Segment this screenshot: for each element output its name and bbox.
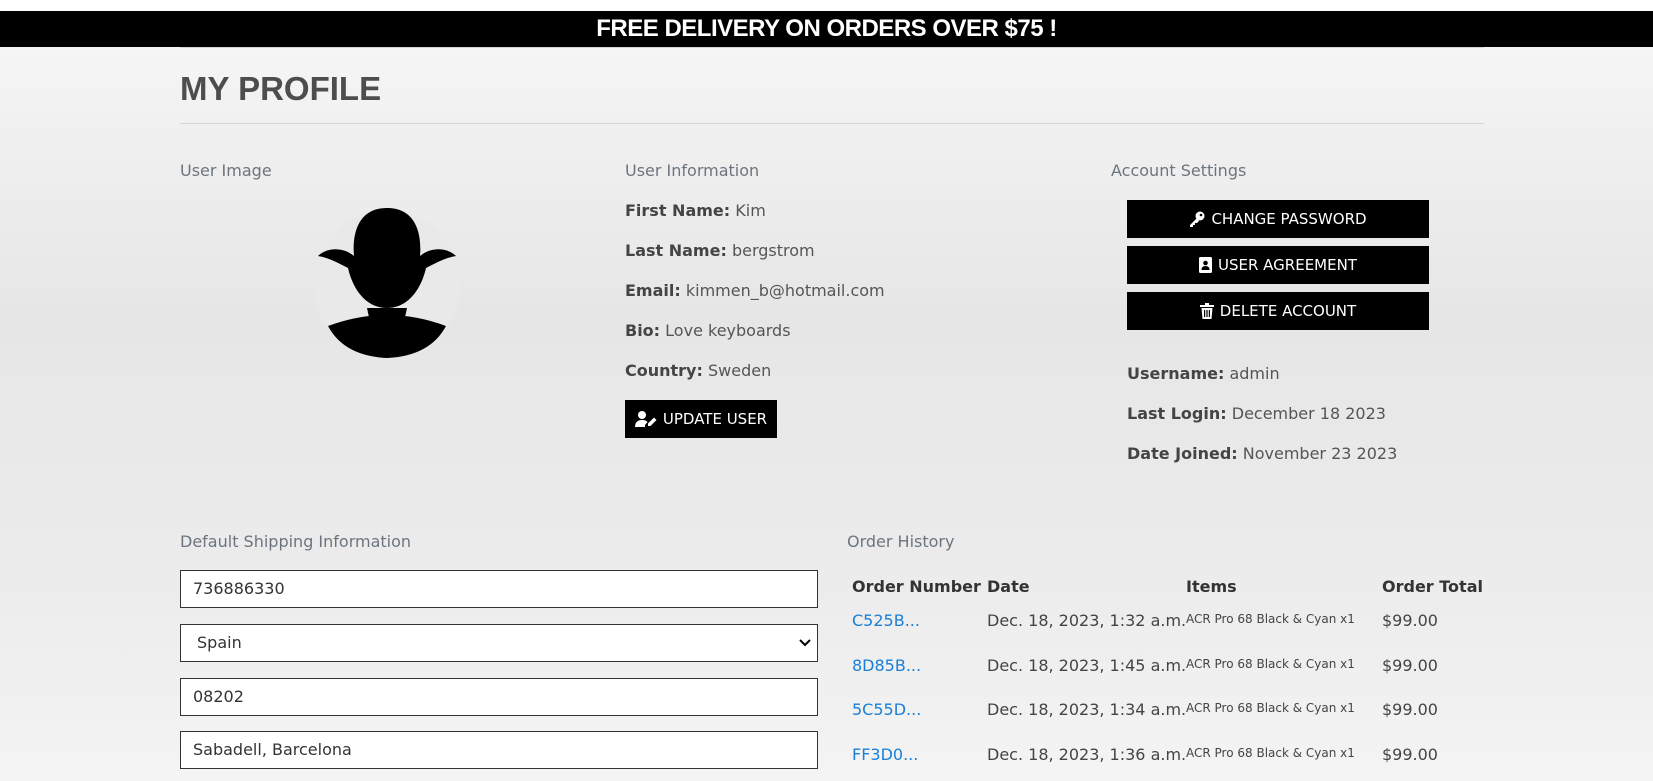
username-row: Username: admin — [1127, 364, 1280, 383]
username-label: Username: — [1127, 364, 1225, 383]
order-date: Dec. 18, 2023, 1:45 a.m. — [987, 656, 1187, 675]
first-name-value: Kim — [735, 201, 766, 220]
order-date: Dec. 18, 2023, 1:32 a.m. — [987, 611, 1187, 630]
country-row: Country: Sweden — [625, 361, 771, 380]
username-value: admin — [1229, 364, 1280, 383]
country-select-value: Spain — [197, 633, 242, 652]
order-total: $99.00 — [1382, 611, 1438, 630]
last-login-row: Last Login: December 18 2023 — [1127, 404, 1386, 423]
phone-field[interactable]: 736886330 — [180, 570, 818, 608]
user-agreement-button[interactable]: USER AGREEMENT — [1127, 246, 1429, 284]
order-items: ACR Pro 68 Black & Cyan x1 — [1186, 746, 1355, 760]
city-field[interactable]: Sabadell, Barcelona — [180, 731, 818, 769]
postcode-field[interactable]: 08202 — [180, 678, 818, 716]
order-total: $99.00 — [1382, 700, 1438, 719]
first-name-label: First Name: — [625, 201, 731, 220]
country-label: Country: — [625, 361, 703, 380]
change-password-button[interactable]: CHANGE PASSWORD — [1127, 200, 1429, 238]
date-joined-value: November 23 2023 — [1242, 444, 1398, 463]
bio-row: Bio: Love keyboards — [625, 321, 791, 340]
chevron-down-icon — [799, 639, 811, 647]
email-value: kimmen_b@hotmail.com — [685, 281, 885, 300]
order-number-link[interactable]: 8D85B... — [852, 656, 921, 675]
order-items: ACR Pro 68 Black & Cyan x1 — [1186, 701, 1355, 715]
shipping-form: 736886330 Spain 08202 Sabadell, Barcelon… — [180, 570, 818, 770]
order-number-link[interactable]: C525B... — [852, 611, 920, 630]
top-gap — [0, 0, 1653, 11]
order-number-link[interactable]: 5C55D... — [852, 700, 921, 719]
avatar-silhouette-icon — [313, 208, 461, 358]
last-login-label: Last Login: — [1127, 404, 1227, 423]
profile-container: MY PROFILE — [180, 47, 1484, 124]
order-items: ACR Pro 68 Black & Cyan x1 — [1186, 657, 1355, 671]
update-user-label: UPDATE USER — [662, 410, 768, 428]
order-date: Dec. 18, 2023, 1:34 a.m. — [987, 700, 1187, 719]
account-settings-label: Account Settings — [1111, 161, 1247, 180]
header-order-total: Order Total — [1382, 577, 1483, 596]
last-name-label: Last Name: — [625, 241, 727, 260]
user-information-label: User Information — [625, 161, 760, 180]
shipping-label: Default Shipping Information — [180, 532, 412, 551]
last-name-value: bergstrom — [731, 241, 815, 260]
user-image-label: User Image — [180, 161, 272, 180]
key-icon — [1190, 211, 1205, 227]
change-password-label: CHANGE PASSWORD — [1211, 210, 1367, 228]
user-pen-icon — [634, 411, 657, 427]
order-date: Dec. 18, 2023, 1:36 a.m. — [987, 745, 1187, 764]
title-divider — [180, 123, 1484, 124]
user-agreement-label: USER AGREEMENT — [1218, 256, 1357, 274]
update-user-button[interactable]: UPDATE USER — [625, 400, 777, 438]
order-history-label: Order History — [847, 532, 955, 551]
order-items: ACR Pro 68 Black & Cyan x1 — [1186, 612, 1355, 626]
bio-value: Love keyboards — [665, 321, 791, 340]
first-name-row: First Name: Kim — [625, 201, 766, 220]
top-divider — [180, 47, 1484, 48]
bio-label: Bio: — [625, 321, 661, 340]
order-number-link[interactable]: FF3D0... — [852, 745, 918, 764]
date-joined-label: Date Joined: — [1127, 444, 1238, 463]
delete-account-label: DELETE ACCOUNT — [1219, 302, 1357, 320]
id-card-icon — [1199, 257, 1212, 273]
country-value: Sweden — [707, 361, 772, 380]
order-total: $99.00 — [1382, 656, 1438, 675]
email-label: Email: — [625, 281, 681, 300]
page-title: MY PROFILE — [180, 70, 382, 107]
trash-icon — [1199, 303, 1214, 319]
header-order-number: Order Number — [852, 577, 981, 596]
email-row: Email: kimmen_b@hotmail.com — [625, 281, 885, 300]
header-items: Items — [1186, 577, 1237, 596]
order-total: $99.00 — [1382, 745, 1438, 764]
delete-account-button[interactable]: DELETE ACCOUNT — [1127, 292, 1429, 330]
last-login-value: December 18 2023 — [1231, 404, 1386, 423]
header-date: Date — [987, 577, 1030, 596]
avatar — [312, 204, 462, 360]
date-joined-row: Date Joined: November 23 2023 — [1127, 444, 1397, 463]
promo-banner: FREE DELIVERY ON ORDERS OVER $75 ! — [0, 11, 1653, 47]
last-name-row: Last Name: bergstrom — [625, 241, 815, 260]
country-select[interactable]: Spain — [180, 624, 818, 662]
